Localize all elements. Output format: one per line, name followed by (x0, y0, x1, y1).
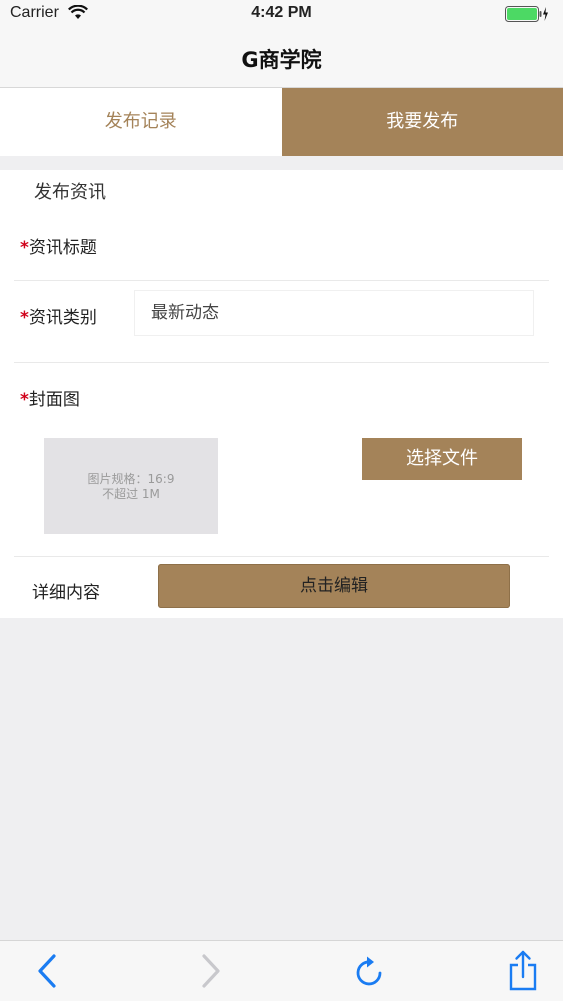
title-label: *资讯标题 (20, 233, 97, 258)
tab-publish-records[interactable]: 发布记录 (0, 88, 282, 156)
detail-label: 详细内容 (32, 578, 100, 603)
title-input[interactable] (134, 218, 534, 276)
edit-content-button[interactable]: 点击编辑 (158, 564, 510, 608)
tab-bar: 发布记录 我要发布 (0, 88, 563, 156)
publish-form: 发布资讯 *资讯标题 *资讯类别 最新动态 *封面图 图片规格：16:9 不超过… (0, 170, 563, 618)
required-mark: * (20, 308, 29, 328)
choose-file-button[interactable]: 选择文件 (362, 438, 522, 480)
category-label-text: 资讯类别 (29, 308, 97, 328)
category-label: *资讯类别 (20, 303, 97, 328)
status-bar: Carrier 4:42 PM (0, 0, 563, 30)
battery-icon (505, 6, 549, 26)
page-title: G商学院 (0, 44, 563, 74)
divider (14, 280, 549, 281)
reload-icon[interactable] (355, 955, 385, 991)
back-icon[interactable] (36, 953, 58, 993)
cover-hint-line2: 不超过 1M (44, 487, 218, 502)
cover-label: *封面图 (20, 385, 80, 410)
divider (14, 362, 549, 363)
clock: 4:42 PM (0, 4, 563, 22)
divider (14, 556, 549, 557)
cover-label-text: 封面图 (29, 390, 80, 410)
title-label-text: 资讯标题 (29, 238, 97, 258)
browser-toolbar (0, 940, 563, 1001)
required-mark: * (20, 390, 29, 410)
tab-my-publish[interactable]: 我要发布 (282, 88, 563, 156)
cover-hint-line1: 图片规格：16:9 (44, 472, 218, 487)
cover-image-placeholder[interactable]: 图片规格：16:9 不超过 1M (44, 438, 218, 534)
forward-icon[interactable] (200, 953, 222, 993)
section-title: 发布资讯 (34, 178, 106, 204)
share-icon[interactable] (508, 949, 538, 995)
nav-bar: G商学院 (0, 30, 563, 88)
required-mark: * (20, 238, 29, 258)
category-select[interactable]: 最新动态 (134, 290, 534, 336)
